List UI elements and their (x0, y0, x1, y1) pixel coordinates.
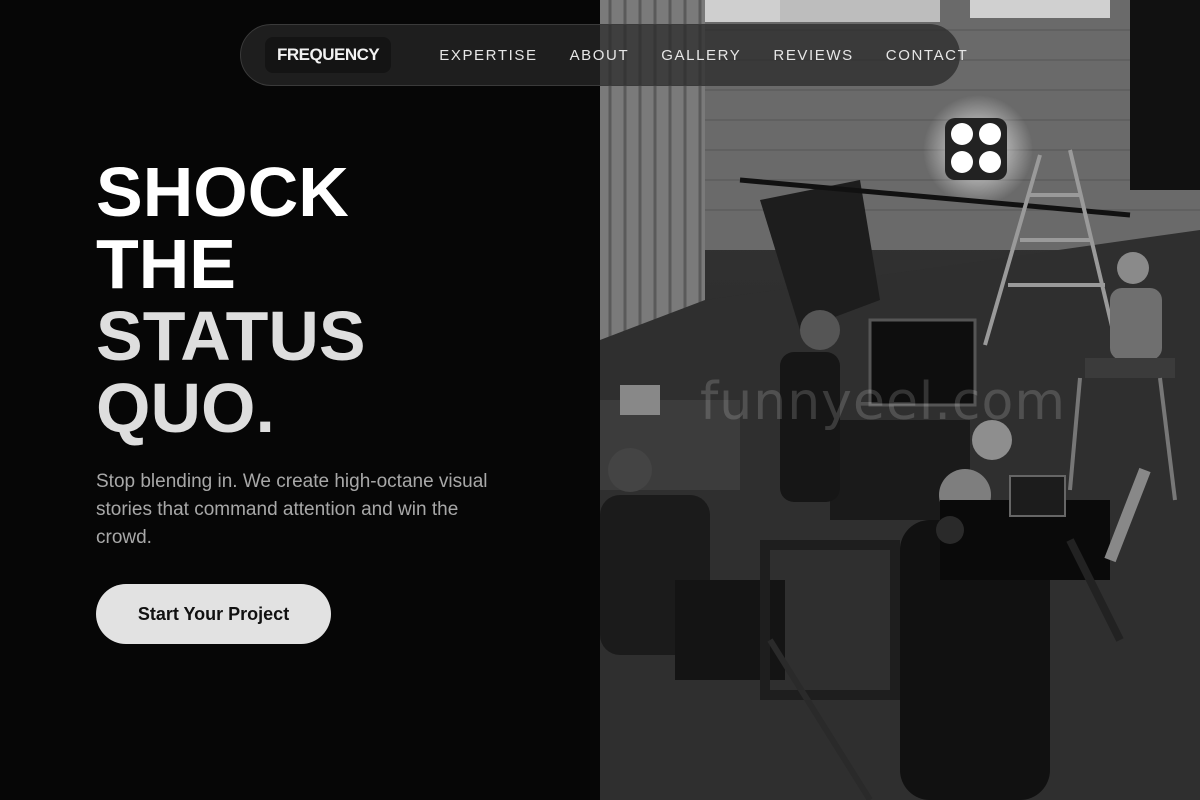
nav-link-about[interactable]: ABOUT (570, 47, 630, 64)
hero-headline: SHOCK THE STATUS QUO. (96, 156, 366, 444)
headline-line-3: STATUS (96, 297, 366, 375)
nav-links: EXPERTISE ABOUT GALLERY REVIEWS CONTACT (439, 47, 968, 64)
headline-line-2: THE (96, 225, 236, 303)
film-set-photo (600, 0, 1200, 800)
nav-link-contact[interactable]: CONTACT (886, 47, 969, 64)
nav-link-reviews[interactable]: REVIEWS (773, 47, 853, 64)
hero-subtitle: Stop blending in. We create high-octane … (96, 471, 488, 548)
start-project-button[interactable]: Start Your Project (96, 584, 331, 644)
hero-photo (600, 0, 1200, 800)
brand-logo[interactable]: FREQUENCY (265, 37, 392, 73)
top-navigation: FREQUENCY EXPERTISE ABOUT GALLERY REVIEW… (240, 24, 967, 86)
nav-link-expertise[interactable]: EXPERTISE (439, 47, 537, 64)
headline-line-1: SHOCK (96, 153, 349, 231)
headline-line-4: QUO. (96, 369, 275, 447)
nav-link-gallery[interactable]: GALLERY (661, 47, 741, 64)
